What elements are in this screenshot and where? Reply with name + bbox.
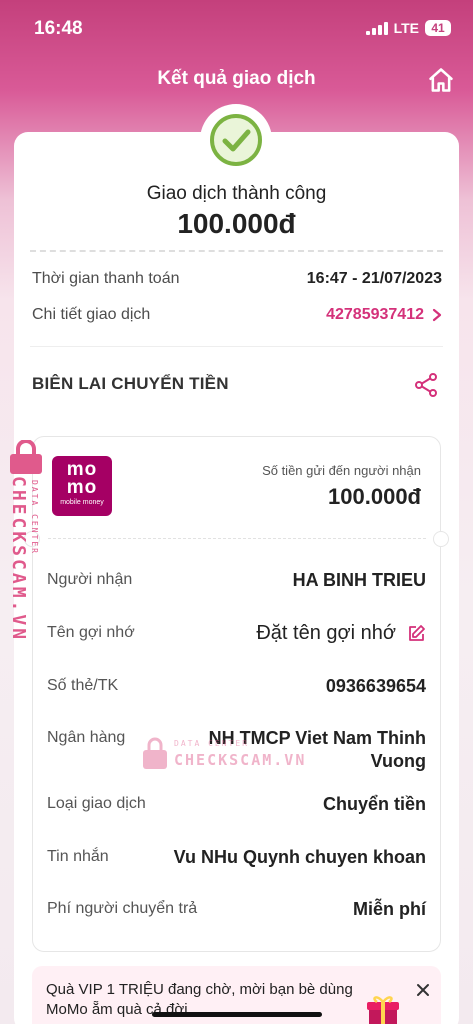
check-circle-icon [200,104,272,176]
momo-logo: mo mo mobile money [52,456,112,516]
receipt-row-label: Người nhận [47,571,133,588]
transaction-detail-row[interactable]: Chi tiết giao dịch 42785937412 [32,306,442,324]
receipt-row: Loại giao dịch Chuyển tiền [47,793,426,816]
chevron-right-icon [432,308,442,322]
amount: 100.000đ [177,208,296,239]
receipt-row: Tên gợi nhớ Đặt tên gợi nhớ [47,622,426,645]
close-icon[interactable] [415,982,431,998]
sent-amount-label: Số tiền gửi đến người nhận [262,463,421,478]
status-indicators: LTE 41 [365,20,451,36]
set-nickname-label: Đặt tên gợi nhớ [256,622,396,644]
receipt-divider [48,538,426,539]
edit-icon [409,624,425,641]
receipt-row-label: Tên gợi nhớ [47,624,135,641]
receipt-row: Số thẻ/TK 0936639654 [47,675,426,698]
status-bar: 16:48 LTE 41 [0,0,473,56]
page-title: Kết quả giao dịch [157,68,316,89]
receipt-row: Phí người chuyển trả Miễn phí [47,898,426,921]
transaction-id: 42785937412 [326,306,424,323]
divider [30,250,443,252]
receipt-notch-right [433,531,449,547]
receipt-row-label: Tin nhắn [47,848,109,865]
share-icon[interactable] [413,372,439,398]
receipt-row-label: Phí người chuyển trả [47,900,198,917]
battery-icon: 41 [425,20,451,36]
transaction-detail-label: Chi tiết giao dịch [32,306,151,323]
account-number: 0936639654 [325,676,426,696]
home-icon[interactable] [427,66,455,94]
lock-icon [143,737,167,769]
payment-time-value: 16:47 - 21/07/2023 [306,270,442,287]
watermark-subtext: DATA CENTER [30,480,39,555]
watermark-side: CHECKSCAM.VN DATA CENTER [6,439,46,643]
transaction-id-link[interactable]: 42785937412 [326,306,442,324]
divider [30,346,443,347]
watermark-text: CHECKSCAM.VN [8,476,29,643]
receiver-name: HA BINH TRIEU [292,570,426,590]
receipt-row-label: Loại giao dịch [47,795,146,812]
sent-amount-value: 100.000đ [328,484,421,509]
payment-time-row: Thời gian thanh toán 16:47 - 21/07/2023 [32,270,442,288]
message: Vu NHu Quynh chuyen khoan [173,847,426,867]
receipt-row: Tin nhắn Vu NHu Quynh chuyen khoan [47,846,426,869]
status-text: Giao dịch thành công [146,183,327,204]
gift-icon [367,996,399,1024]
lock-icon [10,439,42,474]
network-label: LTE [393,20,419,36]
status-time: 16:48 [34,18,83,39]
fee: Miễn phí [353,899,426,919]
home-indicator[interactable] [152,1012,322,1017]
watermark-center: DATA CENTER CHECKSCAM.VN [140,735,304,775]
signal-icon [365,21,388,35]
receipt-row-label: Số thẻ/TK [47,677,119,694]
transaction-type: Chuyển tiền [322,794,426,814]
payment-time-label: Thời gian thanh toán [32,270,180,287]
receipt-title: BIÊN LAI CHUYỂN TIỀN [32,374,229,393]
receipt-row: Người nhận HA BINH TRIEU [47,569,426,592]
set-nickname-button[interactable]: Đặt tên gợi nhớ [256,622,426,645]
receipt-row-label: Ngân hàng [47,729,126,746]
